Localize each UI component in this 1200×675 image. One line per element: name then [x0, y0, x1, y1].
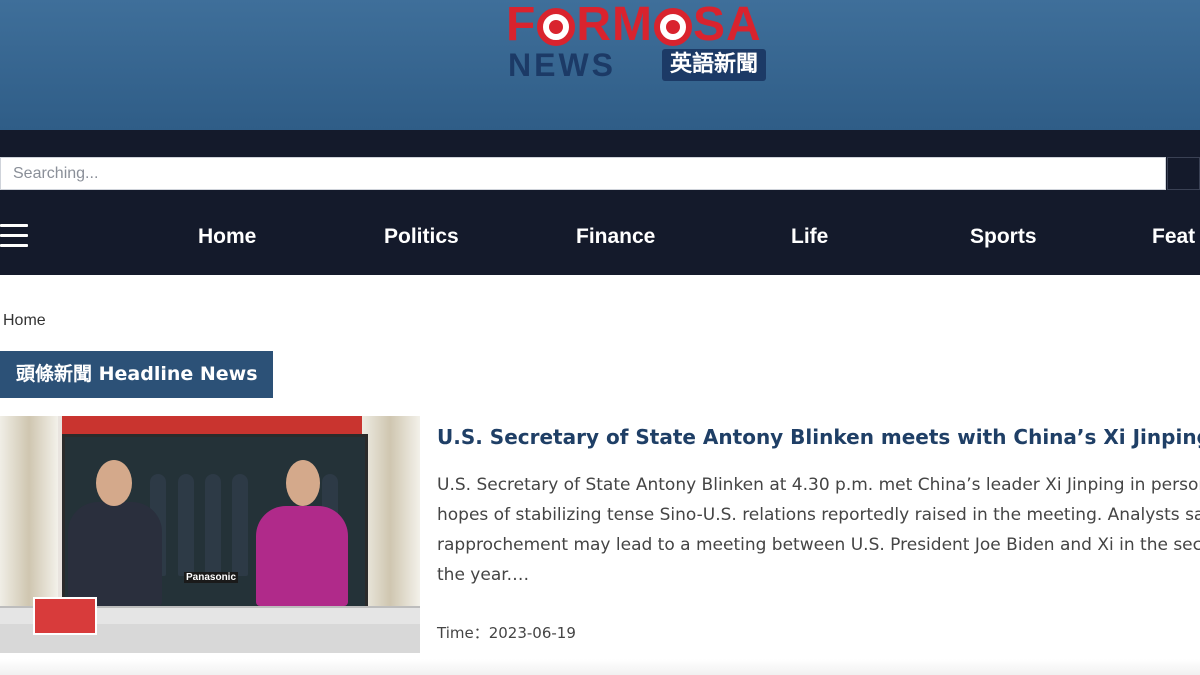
- summary-line: U.S. Secretary of State Antony Blinken a…: [437, 475, 1200, 495]
- summary-line: hopes of stabilizing tense Sino-U.S. rel…: [437, 505, 1200, 525]
- channel-logo-icon: [33, 597, 97, 635]
- article-time: Time：2023-06-19: [437, 622, 576, 644]
- nav-politics[interactable]: Politics: [384, 224, 459, 250]
- logo-formosa-word: F RM SA: [506, 0, 762, 51]
- article-summary: U.S. Secretary of State Antony Blinken a…: [437, 470, 1200, 590]
- summary-line: rapprochement may lead to a meeting betw…: [437, 535, 1200, 555]
- nav-finance[interactable]: Finance: [576, 224, 655, 250]
- male-anchor: [68, 502, 162, 606]
- article-thumbnail[interactable]: Panasonic: [0, 416, 420, 653]
- nav-features[interactable]: Feat: [1152, 224, 1195, 250]
- section-title-headline-news: 頭條新聞 Headline News: [0, 351, 273, 398]
- summary-line: the year.…: [437, 565, 530, 585]
- nav-sports[interactable]: Sports: [970, 224, 1037, 250]
- time-label: Time：: [437, 624, 489, 642]
- time-value: 2023-06-19: [488, 624, 576, 642]
- male-anchor-head: [96, 460, 132, 506]
- site-header: F RM SA NEWS 英語新聞: [0, 0, 1200, 130]
- next-card-edge: [0, 659, 1200, 675]
- nav-band: [0, 130, 1200, 275]
- search-input[interactable]: [0, 157, 1166, 190]
- formosa-news-logo[interactable]: F RM SA NEWS 英語新聞: [506, 0, 788, 83]
- logo-news-word: NEWS: [508, 47, 616, 83]
- female-anchor: [256, 506, 348, 606]
- hamburger-menu-icon[interactable]: [0, 222, 28, 250]
- female-anchor-head: [286, 460, 320, 506]
- search-button[interactable]: [1167, 157, 1200, 190]
- breadcrumb[interactable]: Home: [3, 311, 46, 331]
- article-title[interactable]: U.S. Secretary of State Antony Blinken m…: [437, 424, 1200, 450]
- logo-eye-icon: [653, 8, 692, 46]
- logo-eye-icon: [537, 8, 576, 46]
- background-figure: [205, 474, 221, 576]
- background-figure: [232, 474, 248, 576]
- logo-chinese-tag: 英語新聞: [662, 49, 767, 81]
- nav-life[interactable]: Life: [791, 224, 828, 250]
- background-figure: [178, 474, 194, 576]
- nav-home[interactable]: Home: [198, 224, 256, 250]
- panasonic-label: Panasonic: [184, 572, 239, 583]
